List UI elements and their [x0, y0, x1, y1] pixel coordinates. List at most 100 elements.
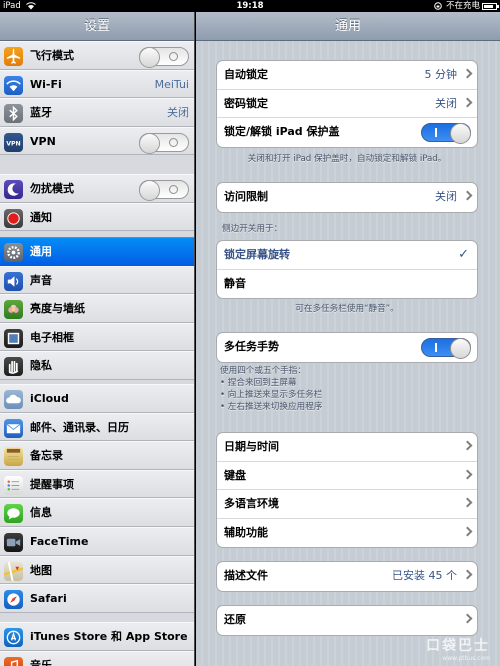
restrictions-row[interactable]: 访问限制 关闭	[217, 183, 477, 212]
multitasking-note-line: • 捏合来回到主屏幕	[220, 378, 297, 388]
profiles-value: 已安装 45 个	[392, 569, 457, 582]
multitasking-label: 多任务手势	[224, 340, 279, 353]
sidebar-item[interactable]: 提醒事项	[0, 469, 194, 499]
sidebar-item-label: 地图	[30, 563, 52, 577]
sidebar-item[interactable]: Wi-Fi MeiTui	[0, 69, 194, 99]
airplane-icon	[4, 47, 23, 66]
facetime-icon	[4, 532, 23, 552]
accessibility-label: 辅助功能	[224, 525, 268, 539]
sidebar-item-label: Wi-Fi	[30, 77, 62, 91]
mute-row[interactable]: 静音	[217, 270, 477, 299]
international-row[interactable]: 多语言环境	[217, 490, 477, 519]
sidebar-item[interactable]: 信息	[0, 498, 194, 527]
sidebar-item[interactable]: 隐私	[0, 351, 194, 380]
sidebar-group: 飞行模式 Wi-Fi MeiTui 蓝牙 关闭 VPN VPN	[0, 41, 194, 156]
sidebar-item[interactable]: 声音	[0, 265, 194, 295]
sidebar-item-label: 隐私	[30, 359, 52, 373]
mute-note: 可在多任务栏使用“静音”。	[295, 304, 399, 314]
app-store-icon	[4, 628, 23, 647]
wifi-icon	[4, 75, 23, 95]
sidebar-item-label: VPN	[30, 134, 56, 148]
sidebar-item[interactable]: 勿扰模式	[0, 174, 194, 203]
cover-lock-row: 锁定/解锁 iPad 保护盖	[217, 118, 477, 147]
gear-icon	[4, 243, 23, 262]
sidebar-item-label: 飞行模式	[30, 49, 74, 62]
lock-rotation-row[interactable]: 锁定屏幕旋转 ✓	[217, 241, 477, 270]
sidebar-item[interactable]: 音乐	[0, 650, 194, 666]
sidebar-item[interactable]: FaceTime	[0, 526, 194, 556]
keyboard-row[interactable]: 键盘	[217, 462, 477, 491]
charging-status: 不在充电	[446, 1, 481, 11]
sidebar-group: iCloud 邮件、通讯录、日历备忘录 提醒事项 信息 FaceTime 地图 Safari	[0, 384, 194, 613]
sidebar-item-label: 亮度与墙纸	[30, 302, 85, 316]
music-icon	[4, 656, 23, 666]
sidebar-item-label: Safari	[30, 592, 67, 606]
svg-text:VPN: VPN	[6, 140, 20, 147]
cover-lock-toggle[interactable]	[421, 123, 471, 145]
sidebar-item-label: iTunes Store 和 App Store	[30, 630, 188, 643]
sidebar-item[interactable]: 备忘录	[0, 441, 194, 470]
international-label: 多语言环境	[224, 497, 279, 511]
sidebar-item[interactable]: 电子相框	[0, 322, 194, 352]
profiles-label: 描述文件	[224, 569, 268, 582]
profiles-group: 描述文件 已安装 45 个	[216, 561, 478, 592]
sidebar-item-label: 蓝牙	[30, 106, 52, 120]
sidebar-title: 设置	[0, 12, 194, 41]
sidebar-item-label: FaceTime	[30, 534, 89, 548]
mute-label: 静音	[224, 276, 246, 290]
sidebar-item[interactable]: 亮度与墙纸	[0, 294, 194, 323]
messages-icon	[4, 504, 23, 524]
sidebar-item-label: 邮件、通讯录、日历	[30, 420, 129, 434]
sidebar-item-value: MeiTui	[154, 77, 189, 91]
sidebar-item[interactable]: 通用	[0, 237, 194, 266]
chevron-right-icon	[462, 440, 473, 451]
multitasking-note-intro: 使用四个或五个手指：	[220, 366, 306, 376]
reset-row[interactable]: 还原	[217, 606, 477, 635]
picture-frame-icon	[4, 328, 23, 348]
maps-icon	[4, 561, 23, 581]
page-title: 通用	[196, 12, 500, 41]
speaker-icon	[4, 271, 23, 291]
date-time-label: 日期与时间	[224, 440, 279, 453]
multitasking-note: 使用四个或五个手指： • 捏合来回到主屏幕 • 向上推送来显示多任务栏 • 左右…	[220, 365, 482, 413]
sidebar-item[interactable]: 蓝牙 关闭	[0, 98, 194, 127]
system-settings-group: 日期与时间 键盘 多语言环境 辅助功能	[216, 432, 478, 549]
notes-icon	[4, 447, 23, 467]
sidebar-item-label: 电子相框	[30, 330, 74, 344]
hand-icon	[4, 357, 23, 377]
settings-sidebar: 设置 飞行模式 Wi-Fi MeiTui 蓝牙 关闭 VPN VPN 勿扰模式通知通用声音亮度…	[0, 12, 195, 666]
sidebar-item[interactable]: iTunes Store 和 App Store	[0, 622, 194, 651]
sidebar-item[interactable]: Safari	[0, 584, 194, 613]
accessibility-row[interactable]: 辅助功能	[217, 519, 477, 548]
reset-group: 还原	[216, 605, 478, 636]
toggle-switch-off[interactable]	[139, 47, 189, 68]
sidebar-item[interactable]: iCloud	[0, 384, 194, 413]
multitasking-note-line: • 左右推送来切换应用程序	[220, 402, 323, 412]
sidebar-item-label: 通知	[30, 210, 52, 224]
sidebar-item[interactable]: 地图	[0, 555, 194, 585]
toggle-switch-off[interactable]	[139, 180, 189, 201]
mail-icon	[4, 418, 23, 438]
chevron-right-icon	[462, 497, 473, 508]
vpn-icon: VPN	[4, 132, 23, 152]
toggle-switch-off[interactable]	[139, 132, 189, 154]
passcode-lock-value: 关闭	[435, 96, 457, 110]
sidebar-item[interactable]: 飞行模式	[0, 41, 194, 70]
multitasking-row: 多任务手势	[217, 333, 477, 362]
sidebar-item[interactable]: 通知	[0, 202, 194, 232]
passcode-lock-row[interactable]: 密码锁定 关闭	[217, 90, 477, 119]
flower-icon	[4, 300, 23, 320]
multitasking-toggle[interactable]	[421, 338, 471, 359]
reminders-icon	[4, 475, 23, 495]
sidebar-item[interactable]: VPN VPN	[0, 126, 194, 156]
sidebar-item[interactable]: 邮件、通讯录、日历	[0, 412, 194, 442]
profiles-row[interactable]: 描述文件 已安装 45 个	[217, 562, 477, 591]
cover-lock-label: 锁定/解锁 iPad 保护盖	[224, 125, 340, 139]
sidebar-item-label: 通用	[30, 245, 52, 258]
general-settings-pane: 通用 自动锁定 5 分钟 密码锁定 关闭 锁定/解锁 iPad 保护盖 关闭和打…	[196, 12, 500, 666]
lock-rotation-label: 锁定屏幕旋转	[224, 248, 290, 261]
sidebar-group: 勿扰模式通知	[0, 174, 194, 232]
auto-lock-row[interactable]: 自动锁定 5 分钟	[217, 61, 477, 90]
date-time-row[interactable]: 日期与时间	[217, 433, 477, 462]
bluetooth-icon	[4, 104, 23, 124]
